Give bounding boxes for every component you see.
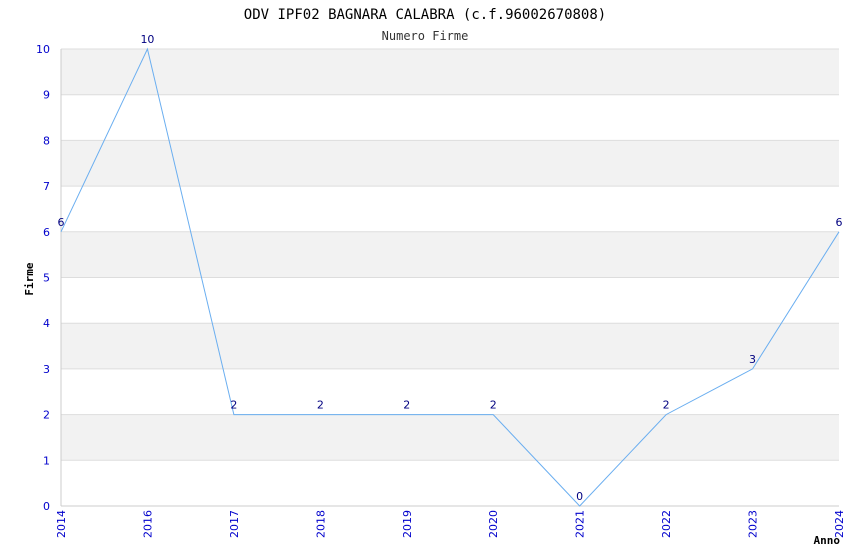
grid-band [61,231,839,278]
line-chart: 012345678910 2014 2016 2017 2018 2019 2020 202… [23,7,846,547]
data-label: 2 [230,399,237,412]
x-tick-label: 2018 [314,510,327,538]
x-axis-ticks: 2014 2016 2017 2018 2019 2020 2021 2022 2023 2024 [55,510,846,538]
y-tick-label: 3 [43,363,50,376]
x-axis-label: Anno [814,534,841,547]
data-label: 2 [663,399,670,412]
y-tick-label: 7 [43,180,50,193]
y-tick-label: 4 [43,317,50,330]
y-tick-label: 0 [43,500,50,513]
x-tick-label: 2014 [55,510,68,538]
y-axis-ticks: 0 1 2 3 4 5 6 7 8 9 10 [36,43,50,513]
chart-title: ODV IPF02 BAGNARA CALABRA (c.f.960026708… [244,7,606,23]
x-tick-label: 2016 [141,510,154,538]
x-tick-label: 2022 [660,510,673,538]
data-label: 0 [576,490,583,503]
y-tick-label: 5 [43,272,50,285]
data-label: 2 [490,399,497,412]
y-tick-label: 6 [43,226,50,239]
y-tick-label: 2 [43,409,50,422]
x-tick-label: 2019 [401,510,414,538]
data-label: 3 [749,353,756,366]
data-label: 10 [140,33,154,46]
data-label: 2 [317,399,324,412]
data-label: 6 [836,216,843,229]
chart-subtitle: Numero Firme [382,29,469,43]
x-tick-label: 2017 [228,510,241,538]
y-tick-label: 8 [43,134,50,147]
grid-band [61,49,839,95]
y-axis-label: Firme [23,262,36,295]
y-tick-label: 10 [36,43,50,56]
grid-band [61,140,839,187]
y-tick-label: 1 [43,454,50,467]
x-tick-label: 2020 [487,510,500,538]
grid-band [61,323,839,369]
x-tick-label: 2023 [747,510,760,538]
plot-background-bands [61,49,839,461]
data-label: 2 [403,399,410,412]
data-label: 6 [58,216,65,229]
grid-band [61,414,839,461]
x-tick-label: 2021 [574,510,587,538]
y-tick-label: 9 [43,89,50,102]
